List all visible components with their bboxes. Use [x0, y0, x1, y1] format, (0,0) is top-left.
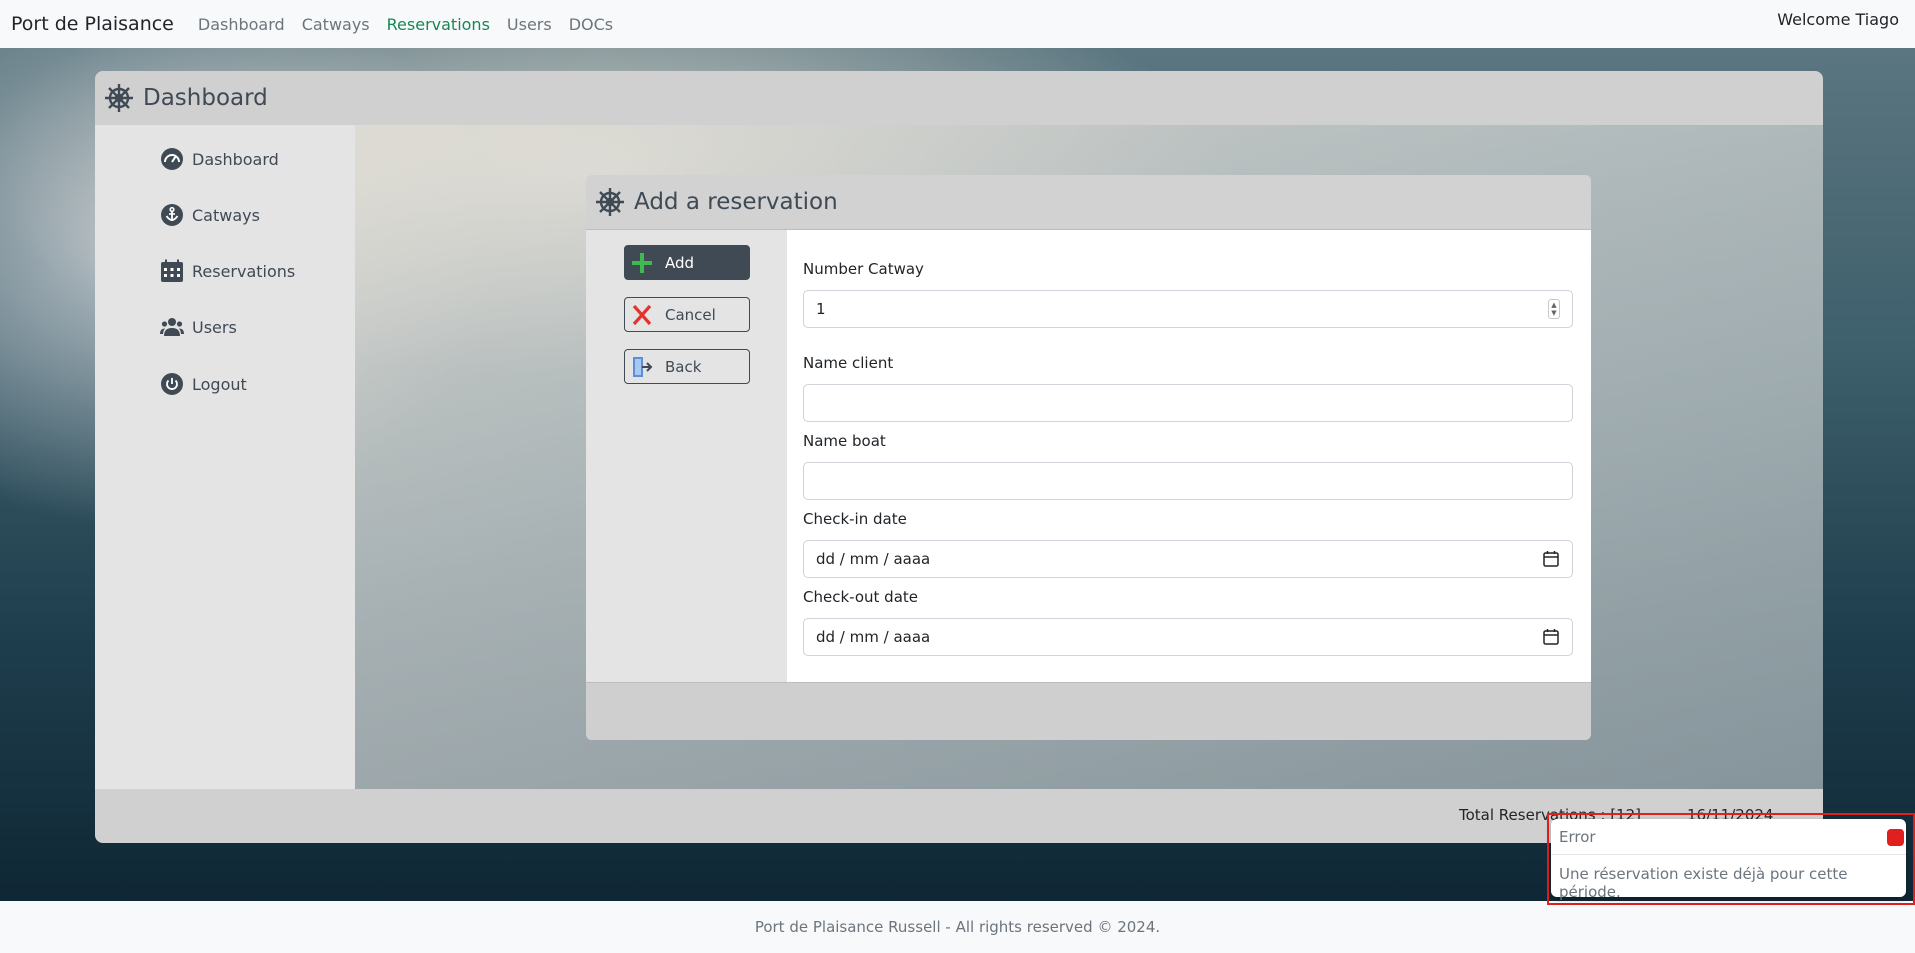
catway-number-value: 1 — [816, 300, 826, 318]
catway-number-input[interactable]: 1 ▲ ▼ — [803, 290, 1573, 328]
plus-icon — [631, 252, 653, 274]
copyright-text: Port de Plaisance Russell - All rights r… — [754, 918, 1161, 936]
toast-header: Error — [1551, 819, 1906, 855]
sidebar-item-label: Users — [192, 317, 237, 337]
cancel-button[interactable]: Cancel — [624, 297, 750, 332]
close-icon — [631, 304, 653, 326]
calendar-picker-icon[interactable] — [1542, 550, 1560, 568]
error-toast: Error Une réservation existe déjà pour c… — [1551, 819, 1906, 901]
nav-catways[interactable]: Catways — [302, 15, 370, 34]
top-navbar: Port de Plaisance Dashboard Catways Rese… — [0, 0, 1915, 48]
exit-door-icon — [631, 356, 653, 378]
anchor-icon — [160, 203, 184, 227]
client-name-label: Name client — [803, 354, 894, 372]
sidebar-item-label: Catways — [192, 205, 260, 225]
sidebar-item-reservations[interactable]: Reservations — [160, 256, 295, 286]
calendar-icon — [160, 259, 184, 283]
add-button-label: Add — [665, 253, 695, 272]
cancel-button-label: Cancel — [665, 305, 716, 324]
toast-message: Une réservation existe déjà pour cette p… — [1559, 865, 1848, 901]
nav-docs[interactable]: DOCs — [569, 15, 613, 34]
brand-link[interactable]: Port de Plaisance — [11, 13, 174, 35]
reservation-form: Number Catway 1 ▲ ▼ Name client Name boat… — [787, 230, 1591, 682]
add-reservation-card: Add a reservation Add Cancel Back Number… — [586, 175, 1591, 740]
power-icon — [160, 372, 184, 396]
back-button-label: Back — [665, 357, 702, 376]
back-button[interactable]: Back — [624, 349, 750, 384]
nav-dashboard[interactable]: Dashboard — [198, 15, 285, 34]
sidebar-item-label: Dashboard — [192, 149, 279, 169]
checkout-date-input[interactable]: dd / mm / aaaa — [803, 618, 1573, 656]
calendar-picker-icon[interactable] — [1542, 628, 1560, 646]
toast-body: Une réservation existe déjà pour cette p… — [1551, 855, 1906, 911]
checkin-date-input[interactable]: dd / mm / aaaa — [803, 540, 1573, 578]
sidebar-item-users[interactable]: Users — [160, 312, 237, 342]
nav-users[interactable]: Users — [507, 15, 552, 34]
boat-name-input[interactable] — [803, 462, 1573, 500]
sidebar-item-label: Reservations — [192, 261, 296, 281]
sidebar-item-catways[interactable]: Catways — [160, 200, 260, 230]
sidebar-item-label: Logout — [192, 374, 247, 394]
checkout-date-value: dd / mm / aaaa — [816, 628, 931, 646]
card-title: Add a reservation — [634, 189, 838, 215]
add-button[interactable]: Add — [624, 245, 750, 280]
boat-name-label: Name boat — [803, 432, 886, 450]
card-footer — [586, 682, 1591, 740]
dashboard-header: Dashboard — [95, 71, 1823, 125]
users-icon — [160, 315, 184, 339]
toast-title: Error — [1559, 827, 1596, 846]
checkin-date-label: Check-in date — [803, 510, 907, 528]
nav-reservations[interactable]: Reservations — [387, 15, 490, 34]
checkout-date-label: Check-out date — [803, 588, 918, 606]
toast-close-button[interactable] — [1887, 829, 1904, 846]
dashboard-gauge-icon — [160, 147, 184, 171]
checkin-date-value: dd / mm / aaaa — [816, 550, 931, 568]
ship-wheel-icon — [594, 186, 626, 218]
dashboard-title: Dashboard — [143, 85, 268, 111]
sidebar: Dashboard Catways Reservations Users Log… — [95, 125, 355, 789]
sidebar-item-logout[interactable]: Logout — [160, 369, 247, 399]
form-actions: Add Cancel Back — [586, 230, 787, 682]
welcome-text: Welcome Tiago — [1777, 10, 1899, 29]
catway-number-label: Number Catway — [803, 260, 924, 278]
ship-wheel-icon — [103, 82, 135, 114]
card-header: Add a reservation — [586, 175, 1591, 230]
number-stepper-icon[interactable]: ▲ ▼ — [1548, 299, 1560, 319]
client-name-input[interactable] — [803, 384, 1573, 422]
sidebar-item-dashboard[interactable]: Dashboard — [160, 144, 279, 174]
